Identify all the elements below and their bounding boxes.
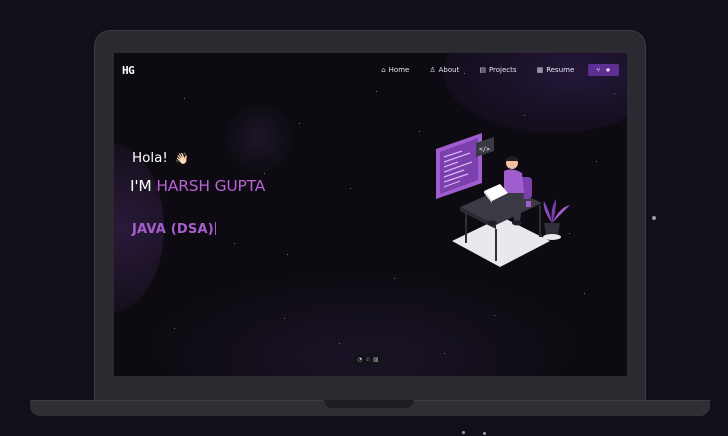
star [524, 115, 525, 116]
star [284, 318, 285, 319]
star [376, 91, 377, 92]
website-screen: HG ⌂ Home ♙ About ▤ Projects ▦ Resume ⑂ … [114, 53, 627, 376]
star [287, 254, 288, 255]
nav-item-label: About [438, 66, 460, 74]
navbar: HG ⌂ Home ♙ About ▤ Projects ▦ Resume ⑂ … [114, 53, 627, 87]
nav-item-about[interactable]: ♙ About [429, 66, 459, 74]
waving-hand-icon: 👋🏻 [175, 152, 189, 165]
linkedin-icon[interactable]: ▥ [373, 357, 378, 363]
site-logo[interactable]: HG [122, 64, 135, 77]
star [394, 278, 395, 279]
github-icon[interactable]: ◔ [358, 357, 363, 363]
laptop-notch [324, 400, 414, 408]
nav-item-home[interactable]: ⌂ Home [381, 66, 409, 74]
star-icon: ★ [605, 66, 611, 74]
footer-social-icons: ◔ ♧ ▥ [354, 353, 382, 366]
star [174, 328, 175, 329]
background-dot [462, 431, 465, 434]
star [596, 161, 597, 162]
nav-links: ⌂ Home ♙ About ▤ Projects ▦ Resume ⑂ ★ [361, 64, 619, 76]
document-icon: ▦ [536, 66, 544, 74]
projects-icon: ▤ [479, 66, 486, 74]
user-icon: ♙ [429, 66, 436, 74]
star [299, 123, 300, 124]
greeting-heading: Hola! 👋🏻 [132, 150, 189, 166]
typing-caret [214, 222, 216, 235]
home-icon: ⌂ [381, 66, 386, 74]
nav-item-label: Home [388, 66, 410, 74]
background-dot [652, 216, 656, 220]
star [444, 353, 445, 354]
typewriter-text: JAVA (DSA) [132, 222, 216, 237]
star [494, 315, 495, 316]
star [184, 98, 185, 99]
fork-icon: ⑂ [596, 66, 601, 74]
github-star-button[interactable]: ⑂ ★ [588, 64, 619, 76]
star [339, 343, 340, 344]
nav-item-projects[interactable]: ▤ Projects [479, 66, 516, 74]
purple-glow-blob [224, 103, 294, 173]
nav-item-label: Resume [546, 66, 575, 74]
svg-text:</>: </> [479, 146, 490, 153]
greeting-text: Hola! [132, 150, 168, 166]
star [234, 243, 235, 244]
star [614, 93, 615, 94]
nav-item-label: Projects [488, 66, 517, 74]
star [350, 188, 351, 189]
nav-item-resume[interactable]: ▦ Resume [537, 66, 575, 74]
star [584, 293, 585, 294]
star [264, 173, 265, 174]
background-dot [483, 432, 486, 435]
person-name: HARSH GUPTA [156, 177, 266, 195]
twitter-icon[interactable]: ♧ [365, 357, 370, 363]
developer-illustration: </> [436, 133, 570, 267]
intro-prefix: I'M [130, 177, 152, 195]
name-heading: I'M HARSH GUPTA [130, 177, 265, 195]
typed-role: JAVA (DSA) [132, 222, 214, 237]
star [419, 131, 420, 132]
